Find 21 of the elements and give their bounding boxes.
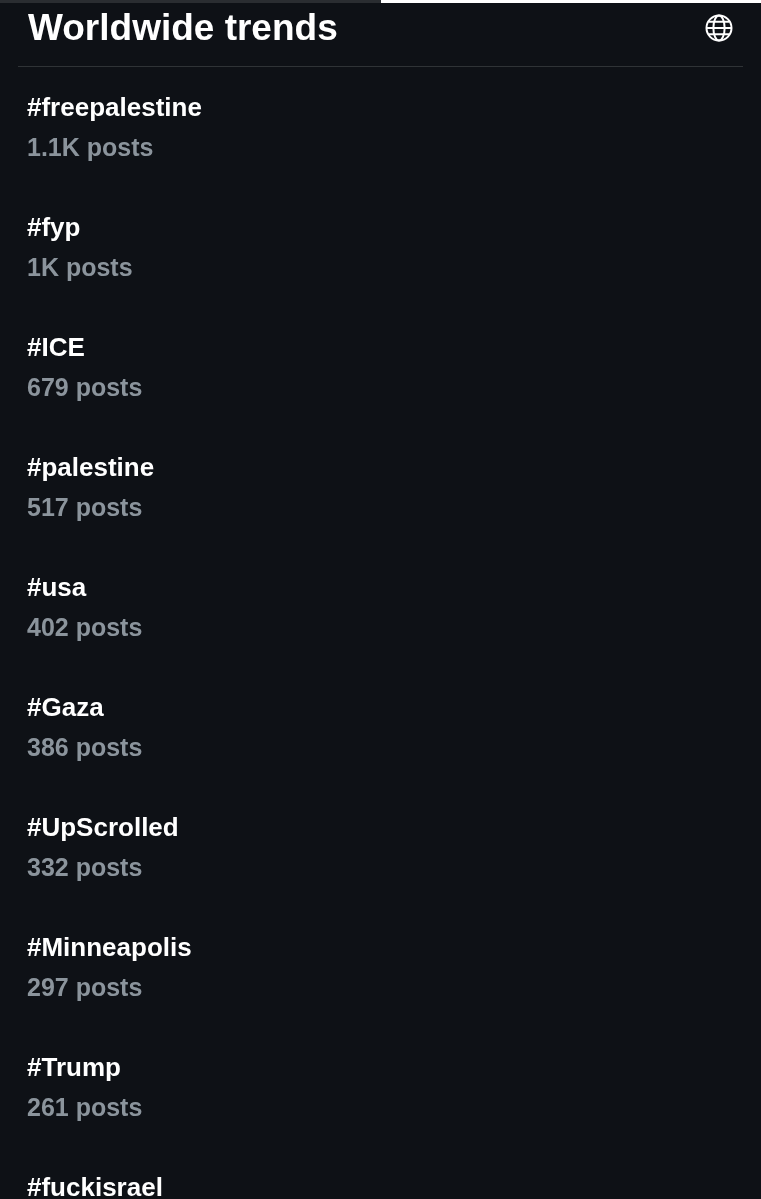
post-count: 297 posts	[27, 972, 144, 1003]
post-count: 1.1K posts	[27, 132, 155, 163]
trend-hashtag[interactable]: #ICE	[27, 327, 734, 367]
post-count: 402 posts	[27, 612, 144, 643]
trend-hashtag[interactable]: #fuckisrael	[27, 1167, 734, 1199]
trend-hashtag[interactable]: #Minneapolis	[27, 927, 734, 967]
post-count: 679 posts	[27, 372, 144, 403]
globe-icon[interactable]	[704, 12, 734, 43]
trend-hashtag[interactable]: #palestine	[27, 447, 734, 487]
post-count: 261 posts	[27, 1092, 144, 1123]
post-count: 517 posts	[27, 492, 144, 523]
post-count: 386 posts	[27, 732, 144, 763]
trend-hashtag[interactable]: #Trump	[27, 1047, 734, 1087]
trend-hashtag[interactable]: #fyp	[27, 207, 734, 247]
page-title: Worldwide trends	[28, 6, 338, 49]
trend-hashtag[interactable]: #usa	[27, 567, 734, 607]
trend-hashtag[interactable]: #freepalestine	[27, 87, 734, 127]
post-count: 1K posts	[27, 252, 134, 283]
trend-hashtag[interactable]: #UpScrolled	[27, 807, 734, 847]
trend-hashtag[interactable]: #Gaza	[27, 687, 734, 727]
post-count: 332 posts	[27, 852, 144, 883]
